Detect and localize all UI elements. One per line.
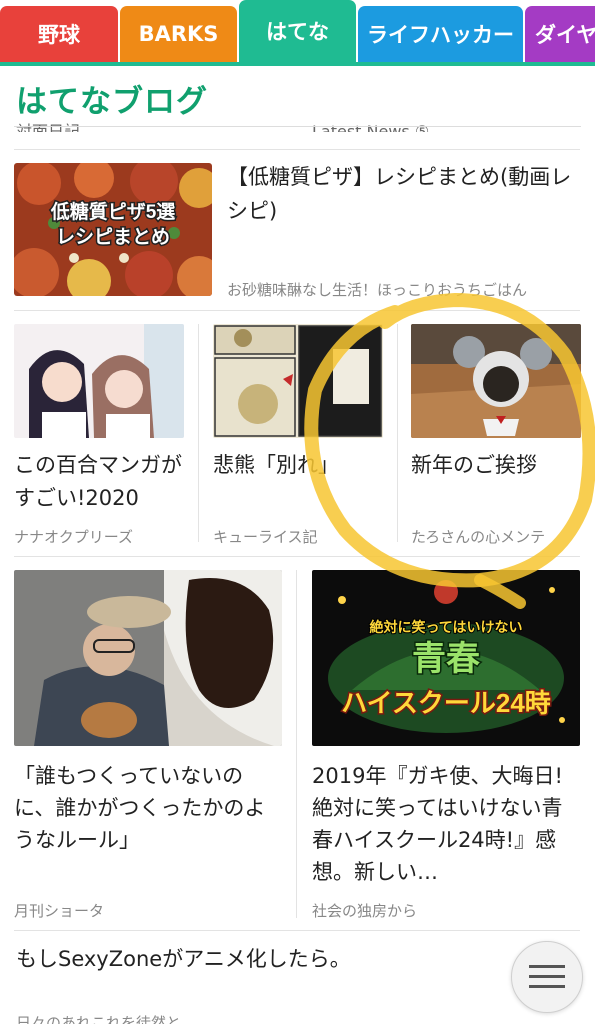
divider bbox=[198, 324, 199, 542]
cut-off-source-label: Latest News ⑤ bbox=[312, 122, 430, 132]
article-card[interactable]: この百合マンガがすごい!2020 ナナオクプリーズ bbox=[14, 324, 184, 546]
featured-title[interactable]: 【低糖質ピザ】レシピまとめ(動画レシピ) bbox=[227, 160, 577, 228]
tab-label: 野球 bbox=[38, 23, 80, 47]
article-source: キューライス記 bbox=[213, 528, 318, 546]
tab-baseball[interactable]: 野球 bbox=[0, 6, 118, 62]
article-source: 月刊ショータ bbox=[14, 902, 105, 920]
hamburger-menu-icon bbox=[529, 965, 565, 988]
divider bbox=[14, 310, 580, 311]
article-card[interactable]: 悲熊「別れ」 キューライス記 bbox=[213, 324, 383, 546]
divider bbox=[397, 324, 398, 542]
article-source: ナナオクプリーズ bbox=[14, 528, 133, 546]
article-thumbnail bbox=[411, 324, 581, 438]
tab-lifehacker[interactable]: ライフハッカー bbox=[358, 6, 523, 62]
thumb-caption: 絶対に笑ってはいけない bbox=[369, 619, 522, 635]
article-card[interactable]: 新年のご挨拶 たろさんの心メンテ bbox=[411, 324, 581, 546]
article-title[interactable]: 新年のご挨拶 bbox=[411, 449, 581, 482]
cut-off-source-label: 対面日記 bbox=[16, 122, 81, 132]
divider bbox=[14, 556, 580, 557]
article-source: たろさんの心メンテ bbox=[411, 528, 546, 546]
article-title[interactable]: 「誰もつくっていないのに、誰かがつくったかのようなルール」 bbox=[14, 760, 282, 856]
divider bbox=[14, 126, 581, 127]
article-title[interactable]: 悲熊「別れ」 bbox=[213, 449, 383, 482]
article-thumbnail bbox=[14, 324, 184, 438]
thumb-caption: レシピまとめ bbox=[56, 226, 170, 248]
article-title[interactable]: この百合マンガがすごい!2020 bbox=[14, 449, 184, 515]
article-title[interactable]: もしSexyZoneがアニメ化したら。 bbox=[16, 943, 351, 973]
thumb-caption: 低糖質ピザ5選 bbox=[50, 200, 176, 223]
tab-diamond[interactable]: ダイヤ bbox=[525, 6, 595, 62]
section-title: はてなブログ bbox=[16, 84, 208, 120]
article-thumbnail: 絶対に笑ってはいけない 青春 ハイスクール24時 bbox=[312, 570, 580, 746]
cut-off-source-label: 日々のあれこれを徒然と bbox=[16, 1014, 182, 1024]
menu-button[interactable] bbox=[511, 941, 583, 1013]
article-card[interactable]: 絶対に笑ってはいけない 青春 ハイスクール24時 2019年『ガキ使、大晦日!絶… bbox=[312, 570, 580, 920]
thumb-caption: 青春 bbox=[412, 640, 480, 678]
divider bbox=[296, 570, 297, 918]
article-thumbnail bbox=[213, 324, 383, 438]
article-card[interactable]: 「誰もつくっていないのに、誰かがつくったかのようなルール」 月刊ショータ bbox=[14, 570, 282, 920]
article-title[interactable]: 2019年『ガキ使、大晦日!絶対に笑ってはいけない青春ハイスクール24時!』感想… bbox=[312, 760, 580, 888]
tab-label: BARKS bbox=[138, 22, 219, 46]
divider bbox=[14, 930, 580, 931]
divider bbox=[14, 149, 580, 150]
featured-source: お砂糖味醂なし生活！ほっこりおうちごはん bbox=[227, 281, 528, 299]
tab-hatena[interactable]: はてな bbox=[239, 0, 356, 66]
thumb-caption: ハイスクール24時 bbox=[341, 688, 551, 718]
tab-label: はてな bbox=[266, 20, 329, 44]
tab-label: ダイヤ bbox=[535, 23, 595, 47]
featured-thumbnail: 低糖質ピザ5選 レシピまとめ bbox=[14, 163, 212, 296]
tab-barks[interactable]: BARKS bbox=[120, 6, 237, 62]
category-tab-bar: 野球 BARKS はてな ライフハッカー ダイヤ bbox=[0, 0, 595, 66]
article-thumbnail bbox=[14, 570, 282, 746]
tab-label: ライフハッカー bbox=[367, 23, 514, 47]
article-source: 社会の独房から bbox=[312, 902, 418, 920]
